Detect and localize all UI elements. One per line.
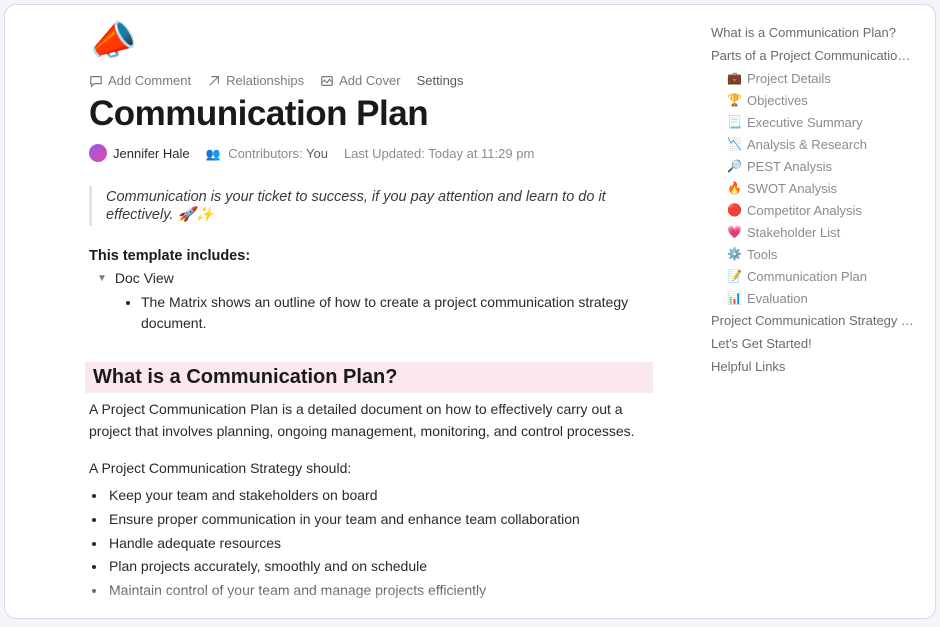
outline-item-label: Tools	[747, 247, 777, 262]
toolbar-label: Settings	[417, 73, 464, 88]
comment-icon	[89, 74, 103, 88]
outline-item-label: Project Details	[747, 71, 831, 86]
includes-label[interactable]: This template includes:	[89, 248, 657, 264]
author-chip[interactable]: Jennifer Hale	[89, 144, 190, 162]
outline-item-label: Competitor Analysis	[747, 203, 862, 218]
main-column: 📣 Add Comment Relationships	[5, 5, 705, 618]
outline-item-label: SWOT Analysis	[747, 181, 837, 196]
heading-what-is[interactable]: What is a Communication Plan?	[85, 362, 653, 393]
outline-item-icon: 💼	[727, 71, 741, 85]
outline-item-label: Executive Summary	[747, 115, 863, 130]
add-cover-button[interactable]: Add Cover	[320, 73, 400, 88]
contributors-value: You	[306, 146, 328, 161]
page-icon[interactable]: 📣	[86, 19, 139, 65]
list-item[interactable]: Keep your team and stakeholders on board	[107, 484, 657, 508]
list-item[interactable]: Plan projects accurately, smoothly and o…	[107, 555, 657, 579]
outline-sidebar: What is a Communication Plan? Parts of a …	[705, 5, 935, 618]
outline-item-icon: 📝	[727, 269, 741, 283]
quote-text: Communication is your ticket to success,…	[106, 189, 606, 223]
toggle-doc-view[interactable]: ▼ Doc View	[97, 270, 657, 286]
toolbar-label: Add Comment	[108, 73, 191, 88]
outline-item-label: Parts of a Project Communication St…	[711, 48, 917, 63]
outline-item-label: Analysis & Research	[747, 137, 867, 152]
outline-item[interactable]: 💼 Project Details	[711, 67, 917, 89]
outline-item-label: Let's Get Started!	[711, 336, 812, 351]
outline-item-icon: 🏆	[727, 93, 741, 107]
last-updated: Last Updated: Today at 11:29 pm	[344, 146, 534, 161]
outline-item[interactable]: 🏆 Objectives	[711, 89, 917, 111]
document-window: 📣 Add Comment Relationships	[4, 4, 936, 619]
outline-item[interactable]: Project Communication Strategy Tips!	[711, 309, 917, 332]
outline-item-label: Project Communication Strategy Tips!	[711, 313, 917, 328]
chevron-down-icon: ▼	[97, 273, 107, 284]
list-item[interactable]: Handle adequate resources	[107, 532, 657, 556]
last-updated-label: Last Updated:	[344, 146, 425, 161]
settings-button[interactable]: Settings	[417, 73, 464, 88]
outline-item[interactable]: Helpful Links	[711, 355, 917, 378]
toggle-label: Doc View	[115, 270, 174, 286]
content-area: 📣 Add Comment Relationships	[5, 23, 685, 618]
outline-item[interactable]: 🔎 PEST Analysis	[711, 155, 917, 177]
outline-item[interactable]: Parts of a Project Communication St…	[711, 44, 917, 67]
contributors[interactable]: 👥 Contributors: You	[206, 146, 328, 161]
strategy-bullets: Keep your team and stakeholders on board…	[107, 484, 657, 603]
toggle-desc[interactable]: The Matrix shows an outline of how to cr…	[141, 292, 657, 334]
toggle-content: The Matrix shows an outline of how to cr…	[123, 292, 657, 334]
outline-item[interactable]: Let's Get Started!	[711, 332, 917, 355]
outline-item[interactable]: 🔴 Competitor Analysis	[711, 199, 917, 221]
toolbar-label: Relationships	[226, 73, 304, 88]
paragraph[interactable]: A Project Communication Plan is a detail…	[89, 399, 657, 442]
outline-item-icon: ⚙️	[727, 247, 741, 261]
outline-item[interactable]: 📝 Communication Plan	[711, 265, 917, 287]
page-title[interactable]: Communication Plan	[89, 94, 657, 134]
relationships-icon	[207, 74, 221, 88]
outline-item-label: Objectives	[747, 93, 808, 108]
page-toolbar: Add Comment Relationships Add Cover Sett…	[89, 73, 657, 88]
contributors-label: Contributors:	[228, 146, 302, 161]
outline-item[interactable]: 📃 Executive Summary	[711, 111, 917, 133]
outline-item-label: Helpful Links	[711, 359, 785, 374]
outline-item-label: Communication Plan	[747, 269, 867, 284]
contributors-icon: 👥	[206, 147, 221, 161]
outline-item[interactable]: 📉 Analysis & Research	[711, 133, 917, 155]
outline-item-icon: 🔎	[727, 159, 741, 173]
outline-item-icon: 📉	[727, 137, 741, 151]
outline-item-label: PEST Analysis	[747, 159, 832, 174]
outline-item-icon: 💗	[727, 225, 741, 239]
list-item[interactable]: Maintain control of your team and manage…	[107, 579, 657, 603]
outline-item[interactable]: ⚙️ Tools	[711, 243, 917, 265]
outline-item[interactable]: What is a Communication Plan?	[711, 21, 917, 44]
outline-item[interactable]: 💗 Stakeholder List	[711, 221, 917, 243]
cover-icon	[320, 74, 334, 88]
paragraph[interactable]: A Project Communication Strategy should:	[89, 458, 657, 480]
add-comment-button[interactable]: Add Comment	[89, 73, 191, 88]
outline-item-icon: 📃	[727, 115, 741, 129]
quote-block[interactable]: Communication is your ticket to success,…	[89, 186, 657, 226]
outline-item[interactable]: 📊 Evaluation	[711, 287, 917, 309]
outline-item-icon: 🔥	[727, 181, 741, 195]
meta-row: Jennifer Hale 👥 Contributors: You Last U…	[89, 144, 657, 162]
outline-item-label: Stakeholder List	[747, 225, 840, 240]
outline-item-label: Evaluation	[747, 291, 808, 306]
toolbar-label: Add Cover	[339, 73, 400, 88]
outline-item-icon: 🔴	[727, 203, 741, 217]
outline-item[interactable]: 🔥 SWOT Analysis	[711, 177, 917, 199]
relationships-button[interactable]: Relationships	[207, 73, 304, 88]
author-name: Jennifer Hale	[113, 146, 190, 161]
outline-item-icon: 📊	[727, 291, 741, 305]
list-item[interactable]: Ensure proper communication in your team…	[107, 508, 657, 532]
avatar	[89, 144, 107, 162]
last-updated-value: Today at 11:29 pm	[428, 146, 534, 161]
outline-item-label: What is a Communication Plan?	[711, 25, 896, 40]
